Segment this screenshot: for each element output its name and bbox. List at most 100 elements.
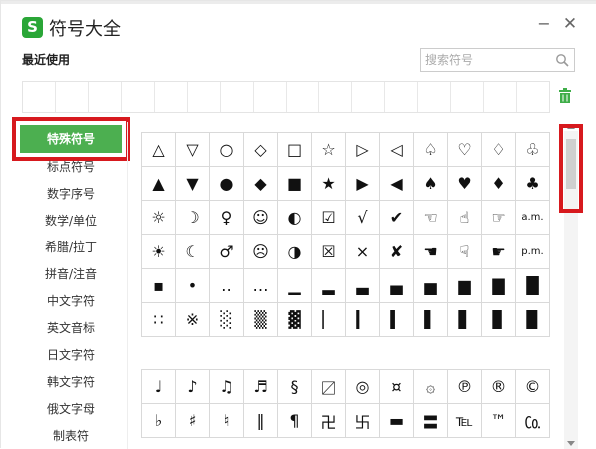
symbol-cell[interactable]: ☚: [413, 234, 448, 269]
symbol-cell[interactable]: ☒: [311, 234, 346, 269]
recent-symbol-slot[interactable]: [418, 82, 452, 112]
category-item[interactable]: 制表符: [15, 423, 127, 449]
symbol-cell[interactable]: ▍: [379, 302, 414, 337]
category-item[interactable]: 中文字符: [15, 288, 127, 314]
recent-symbol-slot[interactable]: [155, 82, 188, 112]
category-item[interactable]: 日文字符: [15, 342, 127, 368]
minimize-button[interactable]: −: [536, 15, 552, 33]
category-item[interactable]: 拼音/注音: [15, 261, 127, 287]
recent-symbol-slot[interactable]: [287, 82, 320, 112]
symbol-cell[interactable]: ™: [481, 403, 516, 438]
symbol-cell[interactable]: ♤: [413, 132, 448, 167]
symbol-cell[interactable]: 卐: [345, 403, 380, 438]
category-item[interactable]: 数字序号: [15, 181, 127, 207]
recent-symbol-slot[interactable]: [56, 82, 89, 112]
search-box[interactable]: [420, 48, 575, 72]
symbol-cell[interactable]: ★: [311, 166, 346, 201]
symbol-cell[interactable]: ㏇: [515, 403, 550, 438]
symbol-cell[interactable]: ▬: [379, 403, 414, 438]
symbol-cell[interactable]: ☽: [175, 200, 210, 235]
symbol-cell[interactable]: ♮: [209, 403, 244, 438]
symbol-cell[interactable]: ♫: [209, 369, 244, 404]
symbol-cell[interactable]: ▅: [413, 268, 448, 303]
symbol-cell[interactable]: ☺: [243, 200, 278, 235]
symbol-cell[interactable]: △: [141, 132, 176, 167]
category-item[interactable]: 韩文字符: [15, 369, 127, 395]
symbol-cell[interactable]: ◆: [243, 166, 278, 201]
symbol-cell[interactable]: ▉: [515, 302, 550, 337]
symbol-cell[interactable]: ☑: [311, 200, 346, 235]
symbol-cell[interactable]: ♦: [481, 166, 516, 201]
search-icon[interactable]: [555, 53, 569, 67]
symbol-cell[interactable]: ℗: [447, 369, 482, 404]
close-button[interactable]: ✕: [561, 15, 579, 33]
symbol-cell[interactable]: ●: [209, 166, 244, 201]
symbol-cell[interactable]: ♣: [515, 166, 550, 201]
symbol-cell[interactable]: ✘: [379, 234, 414, 269]
symbol-cell[interactable]: ☝: [447, 200, 482, 235]
symbol-cell[interactable]: ▽: [175, 132, 210, 167]
symbol-cell[interactable]: p.m.: [515, 234, 550, 269]
symbol-cell[interactable]: ▎: [345, 302, 380, 337]
search-input[interactable]: [425, 51, 550, 69]
symbol-cell[interactable]: ♡: [447, 132, 482, 167]
symbol-cell[interactable]: ☞: [481, 200, 516, 235]
symbol-cell[interactable]: ®: [481, 369, 516, 404]
symbol-cell[interactable]: ▓: [277, 302, 312, 337]
symbol-cell[interactable]: ▪: [141, 268, 176, 303]
symbol-cell[interactable]: ▊: [481, 302, 516, 337]
category-item[interactable]: 特殊符号: [20, 125, 122, 153]
symbol-cell[interactable]: █: [515, 268, 550, 303]
symbol-cell[interactable]: ☜: [413, 200, 448, 235]
recent-symbol-slot[interactable]: [517, 82, 549, 112]
symbol-cell[interactable]: □: [277, 132, 312, 167]
recent-symbol-slot[interactable]: [23, 82, 56, 112]
recent-symbol-slot[interactable]: [319, 82, 353, 112]
recent-symbol-slot[interactable]: [89, 82, 122, 112]
symbol-cell[interactable]: 〓: [413, 403, 448, 438]
symbol-cell[interactable]: ♂: [209, 234, 244, 269]
symbol-cell[interactable]: ▃: [345, 268, 380, 303]
symbol-cell[interactable]: ▋: [447, 302, 482, 337]
symbol-cell[interactable]: ▇: [481, 268, 516, 303]
symbol-cell[interactable]: ¶: [277, 403, 312, 438]
symbol-cell[interactable]: ◎: [345, 369, 380, 404]
symbol-cell[interactable]: •: [175, 268, 210, 303]
symbol-cell[interactable]: 卍: [311, 403, 346, 438]
symbol-cell[interactable]: ☛: [481, 234, 516, 269]
symbol-cell[interactable]: ♩: [141, 369, 176, 404]
recent-symbol-slot[interactable]: [451, 82, 485, 112]
symbol-cell[interactable]: ♠: [413, 166, 448, 201]
recent-symbol-slot[interactable]: [484, 82, 518, 112]
symbol-cell[interactable]: ▆: [447, 268, 482, 303]
category-item[interactable]: 标点符号: [15, 154, 127, 180]
symbol-cell[interactable]: ○: [209, 132, 244, 167]
recent-symbol-slot[interactable]: [352, 82, 386, 112]
category-item[interactable]: 希腊/拉丁: [15, 234, 127, 260]
symbol-cell[interactable]: ¤: [379, 369, 414, 404]
symbol-cell[interactable]: 〼: [311, 369, 346, 404]
recent-symbol-slot[interactable]: [254, 82, 287, 112]
scrollbar-thumb[interactable]: [566, 139, 576, 189]
scroll-up-arrow-icon[interactable]: [564, 122, 578, 131]
symbol-cell[interactable]: ◇: [243, 132, 278, 167]
symbol-cell[interactable]: ░: [209, 302, 244, 337]
symbol-cell[interactable]: ☹: [243, 234, 278, 269]
symbol-cell[interactable]: §: [277, 369, 312, 404]
symbol-cell[interactable]: ■: [277, 166, 312, 201]
symbol-cell[interactable]: ◀: [379, 166, 414, 201]
recent-symbol-slot[interactable]: [221, 82, 254, 112]
symbol-cell[interactable]: ☆: [311, 132, 346, 167]
symbol-cell[interactable]: ©: [515, 369, 550, 404]
symbol-cell[interactable]: ♯: [175, 403, 210, 438]
symbol-cell[interactable]: a.m.: [515, 200, 550, 235]
symbol-cell[interactable]: ♬: [243, 369, 278, 404]
symbol-cell[interactable]: ۞: [413, 369, 448, 404]
symbol-cell[interactable]: ▷: [345, 132, 380, 167]
symbol-cell[interactable]: ◐: [277, 200, 312, 235]
trash-icon[interactable]: [558, 88, 572, 103]
symbol-cell[interactable]: ▶: [345, 166, 380, 201]
symbol-cell[interactable]: ♪: [175, 369, 210, 404]
symbol-cell[interactable]: …: [243, 268, 278, 303]
symbol-cell[interactable]: ※: [175, 302, 210, 337]
